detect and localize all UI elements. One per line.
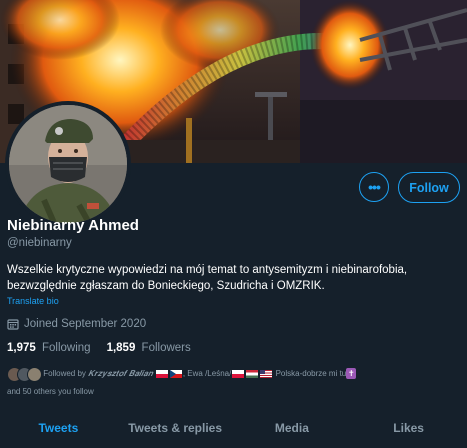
flag-poland-icon (232, 369, 245, 378)
follower-avatar (27, 366, 42, 382)
translate-bio-link[interactable]: Translate bio (7, 296, 59, 306)
followed-by-others: and 50 others you follow (7, 387, 94, 396)
avatar-frame (5, 101, 131, 227)
cross-icon: ✝ (346, 368, 357, 380)
flag-czech-icon (169, 369, 182, 378)
follower-avatars (7, 366, 42, 382)
flag-poland-icon (155, 369, 168, 378)
tab-likes[interactable]: Likes (350, 408, 467, 443)
following-link[interactable]: 1,975 Following (7, 342, 91, 354)
follow-button-label: Follow (409, 180, 449, 195)
avatar-image (9, 105, 127, 223)
followers-link[interactable]: 1,859 Followers (107, 342, 191, 354)
joined-date: Joined September 2020 (7, 318, 146, 330)
follower-name: 𝑲𝒓𝒛𝒚𝒔𝒛𝒕𝒐𝒇 𝑩𝒂𝒍𝒊𝒂𝒏 (88, 369, 153, 378)
following-count: 1,975 (7, 342, 36, 354)
more-options-button[interactable]: ••• (359, 172, 389, 202)
calendar-icon (7, 319, 19, 330)
avatar[interactable] (9, 105, 127, 223)
follow-button[interactable]: Follow (398, 172, 460, 203)
tab-tweets-replies[interactable]: Tweets & replies (117, 408, 234, 443)
joined-text: Joined September 2020 (24, 318, 147, 330)
profile-tabs: Tweets Tweets & replies Media Likes (0, 408, 467, 443)
follower-name: Polska-dobrze mi tu (275, 369, 347, 378)
following-label: Following (41, 342, 91, 354)
profile-handle: @niebinarny (7, 237, 72, 249)
followers-label: Followers (141, 342, 191, 354)
tab-media[interactable]: Media (234, 408, 351, 443)
followers-count: 1,859 (106, 342, 136, 354)
more-icon: ••• (368, 179, 381, 195)
flag-usa-icon (260, 369, 273, 378)
profile-bio: Wszelkie krytyczne wypowiedzi na mój tem… (7, 264, 408, 292)
profile-name: Niebinarny Ahmed (7, 217, 139, 234)
tab-tweets[interactable]: Tweets (0, 408, 117, 443)
flag-hungary-icon (246, 369, 259, 378)
follower-name: Ewa /Leśna/ (187, 369, 232, 378)
followed-by-prefix: Followed by (43, 369, 86, 378)
profile-stats: 1,975 Following 1,859 Followers (7, 342, 207, 354)
followed-by-section[interactable]: Followed by 𝑲𝒓𝒛𝒚𝒔𝒛𝒕𝒐𝒇 𝑩𝒂𝒍𝒊𝒂𝒏 , Ewa /Leśn… (7, 365, 462, 401)
